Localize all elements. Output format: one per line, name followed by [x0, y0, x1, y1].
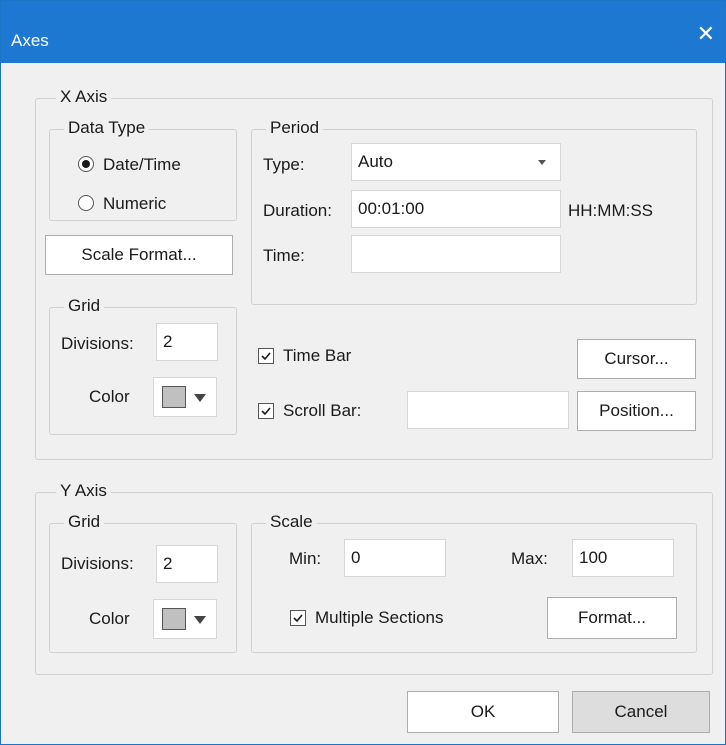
- chevron-down-icon: [194, 394, 206, 402]
- duration-unit: HH:MM:SS: [568, 201, 653, 220]
- y-axis-legend: Y Axis: [56, 481, 111, 501]
- period-legend: Period: [266, 118, 324, 138]
- multiple-sections-label: Multiple Sections: [315, 608, 444, 627]
- x-axis-legend: X Axis: [56, 87, 112, 107]
- scroll-bar-checkbox[interactable]: [258, 403, 274, 419]
- x-divisions-input[interactable]: 2: [156, 323, 218, 361]
- y-color-picker[interactable]: [153, 599, 217, 639]
- cursor-button[interactable]: Cursor...: [577, 339, 696, 379]
- check-icon: [293, 614, 303, 623]
- duration-input[interactable]: 00:01:00: [351, 190, 561, 228]
- cancel-button[interactable]: Cancel: [572, 691, 710, 733]
- scale-legend: Scale: [266, 512, 317, 532]
- format-button[interactable]: Format...: [547, 597, 677, 639]
- dialog-title: Axes: [11, 31, 49, 50]
- x-color-picker[interactable]: [153, 377, 217, 417]
- radio-numeric-label: Numeric: [103, 194, 167, 213]
- x-grid-legend: Grid: [64, 296, 105, 316]
- radio-datetime-label: Date/Time: [103, 155, 181, 174]
- color-swatch: [162, 386, 186, 408]
- title-bar: Axes ✕: [1, 1, 725, 63]
- time-label: Time:: [263, 246, 305, 265]
- multiple-sections-checkbox[interactable]: [290, 610, 306, 626]
- time-bar-checkbox[interactable]: [258, 348, 274, 364]
- type-dropdown[interactable]: Auto: [351, 143, 561, 181]
- max-input[interactable]: 100: [572, 539, 674, 577]
- time-input[interactable]: [351, 235, 561, 273]
- ok-button[interactable]: OK: [407, 691, 559, 733]
- y-divisions-label: Divisions:: [61, 554, 134, 573]
- axes-dialog: Axes ✕ X Axis Data Type Date/Time Numeri…: [0, 0, 726, 745]
- color-swatch: [162, 608, 186, 630]
- position-button[interactable]: Position...: [577, 391, 696, 431]
- scroll-bar-label: Scroll Bar:: [283, 401, 362, 420]
- scroll-bar-input[interactable]: [407, 391, 569, 429]
- min-input[interactable]: 0: [344, 539, 446, 577]
- close-icon[interactable]: ✕: [697, 23, 715, 45]
- type-dropdown-value: Auto: [358, 152, 393, 171]
- check-icon: [261, 407, 271, 416]
- scale-format-button[interactable]: Scale Format...: [45, 235, 233, 275]
- y-color-label: Color: [89, 609, 130, 628]
- y-divisions-input[interactable]: 2: [156, 545, 218, 583]
- data-type-legend: Data Type: [64, 118, 150, 138]
- x-color-label: Color: [89, 387, 130, 406]
- x-divisions-label: Divisions:: [61, 334, 134, 353]
- time-bar-label: Time Bar: [283, 346, 352, 365]
- min-label: Min:: [289, 549, 322, 568]
- chevron-down-icon: [538, 160, 546, 165]
- check-icon: [261, 352, 271, 361]
- type-label: Type:: [263, 155, 305, 174]
- duration-label: Duration:: [263, 201, 332, 220]
- radio-numeric[interactable]: [78, 195, 94, 211]
- max-label: Max:: [511, 549, 548, 568]
- chevron-down-icon: [194, 616, 206, 624]
- y-grid-legend: Grid: [64, 512, 105, 532]
- radio-datetime[interactable]: [78, 156, 94, 172]
